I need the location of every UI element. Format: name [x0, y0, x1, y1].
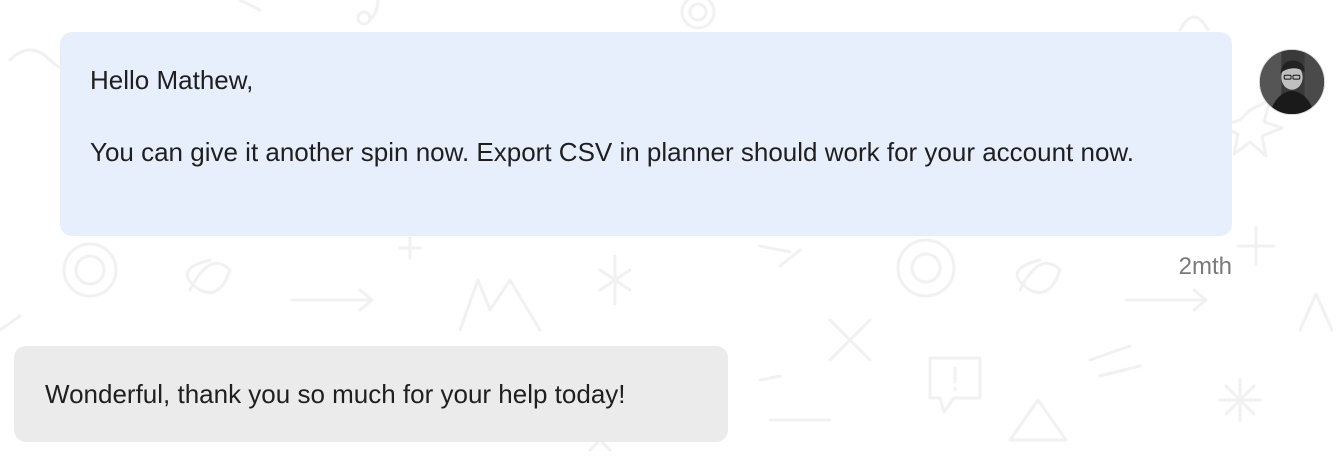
chat-thread: Hello Mathew, You can give it another sp… — [0, 0, 1340, 460]
agent-message-body: You can give it another spin now. Export… — [90, 137, 1134, 167]
agent-message-bubble: Hello Mathew, You can give it another sp… — [60, 32, 1232, 236]
agent-message-greeting: Hello Mathew, — [90, 65, 254, 95]
user-message-text: Wonderful, thank you so much for your he… — [45, 379, 626, 409]
avatar-photo-icon — [1260, 50, 1324, 114]
user-message-bubble: Wonderful, thank you so much for your he… — [14, 346, 728, 442]
agent-avatar[interactable] — [1259, 49, 1325, 115]
agent-message-timestamp: 2mth — [1178, 253, 1232, 280]
